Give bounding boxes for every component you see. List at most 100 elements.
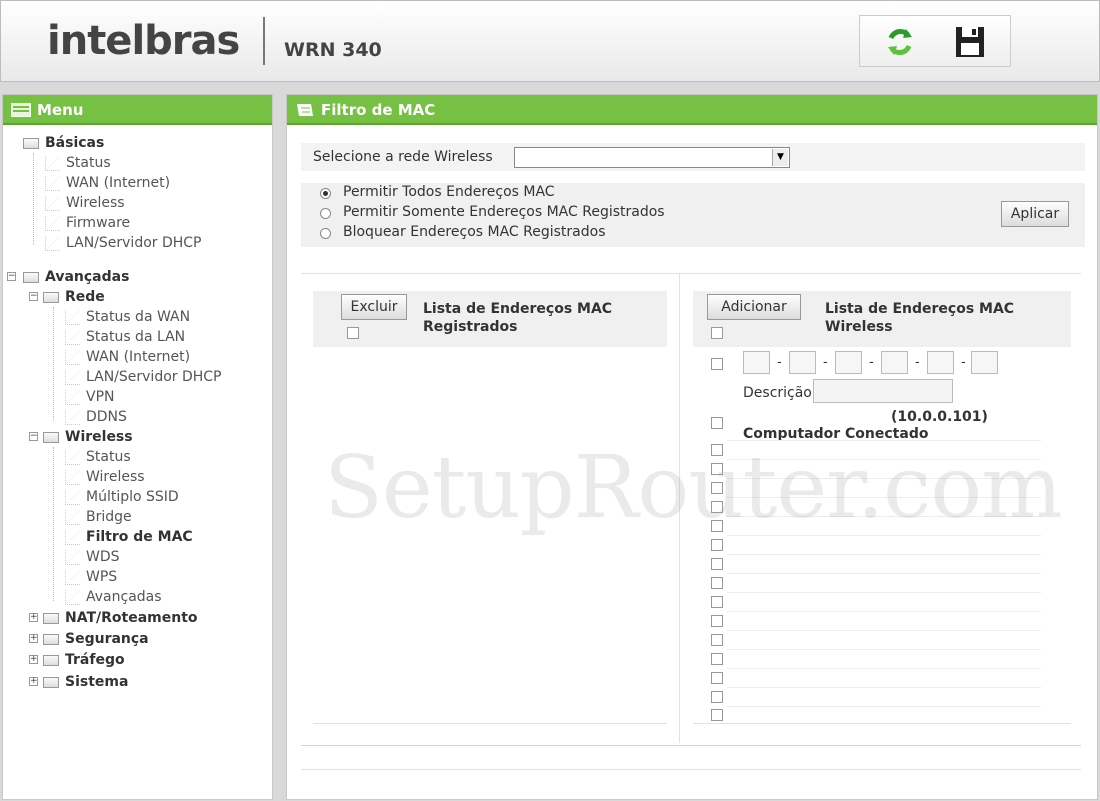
row-divider [727,497,1041,498]
list-row-checkbox[interactable] [711,558,723,570]
menu-item-status-lan[interactable]: Status da LAN [65,327,185,347]
menu-group-label: Avançadas [45,269,130,285]
header-divider [263,17,265,65]
menu-item-firmware[interactable]: Firmware [45,213,130,233]
menu-item-wds[interactable]: WDS [65,547,120,567]
menu-item-label: Status [86,449,131,465]
mac-octet-3-input[interactable] [835,351,862,374]
folder-icon [43,291,59,303]
radio-allow-registered[interactable] [320,208,331,219]
list-row-checkbox[interactable] [711,444,723,456]
radio-allow-all[interactable] [320,188,331,199]
menu-item-label: Avançadas [86,589,162,605]
menu-group-basicas[interactable]: Básicas [23,133,104,153]
radio-block-registered[interactable] [320,228,331,239]
apply-button[interactable]: Aplicar [1001,201,1069,227]
mac-octet-4-input[interactable] [881,351,908,374]
menu-item-label: Firmware [66,215,131,231]
menu-item-wan-internet[interactable]: WAN (Internet) [65,347,190,367]
expand-icon[interactable]: + [29,677,38,686]
page-icon [65,489,80,505]
registered-list-title-2: Registrados [423,319,518,335]
menu-item-status-wan[interactable]: Status da WAN [65,307,190,327]
refresh-button[interactable] [882,24,918,60]
expand-icon[interactable]: + [29,634,38,643]
menu-item-status[interactable]: Status [45,153,111,173]
menu-item-wan[interactable]: WAN (Internet) [45,173,170,193]
list-row-checkbox[interactable] [711,520,723,532]
menu-item-label: LAN/Servidor DHCP [86,369,222,385]
page-icon [65,389,80,405]
mac-octet-6-input[interactable] [971,351,998,374]
list-row-checkbox[interactable] [711,539,723,551]
row-divider [727,649,1041,650]
wireless-list-title-2: Wireless [825,319,893,335]
menu-group-sistema[interactable]: Sistema [43,672,128,692]
device-model: WRN 340 [284,39,382,61]
menu-tree: Básicas Status WAN (Internet) Wireless F… [3,125,272,765]
menu-group-seguranca[interactable]: Segurança [43,629,149,649]
delete-button[interactable]: Excluir [341,294,407,320]
menu-item-lan-dhcp[interactable]: LAN/Servidor DHCP [65,367,222,387]
menu-group-nat[interactable]: NAT/Roteamento [43,608,198,628]
menu-group-avancadas[interactable]: Avançadas [23,267,129,287]
add-button[interactable]: Adicionar [707,294,801,320]
menu-item-lan-dhcp[interactable]: LAN/Servidor DHCP [45,233,202,253]
mac-octet-5-input[interactable] [927,351,954,374]
expand-icon[interactable]: + [29,655,38,664]
radio-allow-all-label: Permitir Todos Endereços MAC [343,184,555,200]
menu-item-label: WAN (Internet) [66,175,171,191]
page-icon [65,569,80,585]
list-row-checkbox[interactable] [711,463,723,475]
list-row-checkbox[interactable] [711,672,723,684]
menu-item-wps[interactable]: WPS [65,567,117,587]
page-icon [65,549,80,565]
select-all-registered-checkbox[interactable] [347,327,359,339]
collapse-icon[interactable]: − [29,432,38,441]
list-row-checkbox[interactable] [711,691,723,703]
menu-item-wireless[interactable]: Wireless [45,193,125,213]
menu-item-vpn[interactable]: VPN [65,387,115,407]
collapse-icon[interactable]: − [7,272,16,281]
menu-item-wl-wireless[interactable]: Wireless [65,467,145,487]
list-row-checkbox[interactable] [711,577,723,589]
menu-item-filtro-mac[interactable]: Filtro de MAC [65,527,193,547]
menu-group-trafego[interactable]: Tráfego [43,650,125,670]
list-row-checkbox[interactable] [711,596,723,608]
row-divider [727,516,1041,517]
row-divider [727,535,1041,536]
row-divider [727,592,1041,593]
mac-separator: - [961,355,966,370]
save-button[interactable] [952,24,988,60]
list-row-checkbox[interactable] [711,709,723,721]
menu-item-ddns[interactable]: DDNS [65,407,127,427]
menu-group-wireless[interactable]: Wireless [43,427,133,447]
row-divider [727,554,1041,555]
expand-icon[interactable]: + [29,613,38,622]
description-input[interactable] [813,379,953,403]
select-all-wireless-checkbox[interactable] [711,327,723,339]
list-row-checkbox[interactable] [711,615,723,627]
menu-group-rede[interactable]: Rede [43,287,105,307]
mac-octet-1-input[interactable] [743,351,770,374]
connected-device-checkbox[interactable] [711,417,723,429]
page-icon [65,529,80,545]
menu-item-label: Wireless [86,469,145,485]
menu-item-wl-status[interactable]: Status [65,447,131,467]
new-mac-checkbox[interactable] [711,358,723,370]
wireless-network-select[interactable]: ▼ [514,147,790,168]
collapse-icon[interactable]: − [29,292,38,301]
menu-item-bridge[interactable]: Bridge [65,507,132,527]
list-row-checkbox[interactable] [711,634,723,646]
menu-item-wl-avancadas[interactable]: Avançadas [65,587,162,607]
menu-group-label: Básicas [45,135,105,151]
menu-item-multiplo-ssid[interactable]: Múltiplo SSID [65,487,179,507]
list-row-checkbox[interactable] [711,482,723,494]
mac-octet-2-input[interactable] [789,351,816,374]
list-row-checkbox[interactable] [711,653,723,665]
list-row-checkbox[interactable] [711,501,723,513]
folder-icon [23,137,39,149]
row-divider [727,440,1041,441]
connected-ip: (10.0.0.101) [891,409,988,425]
brand-logo: intelbras [47,18,240,64]
